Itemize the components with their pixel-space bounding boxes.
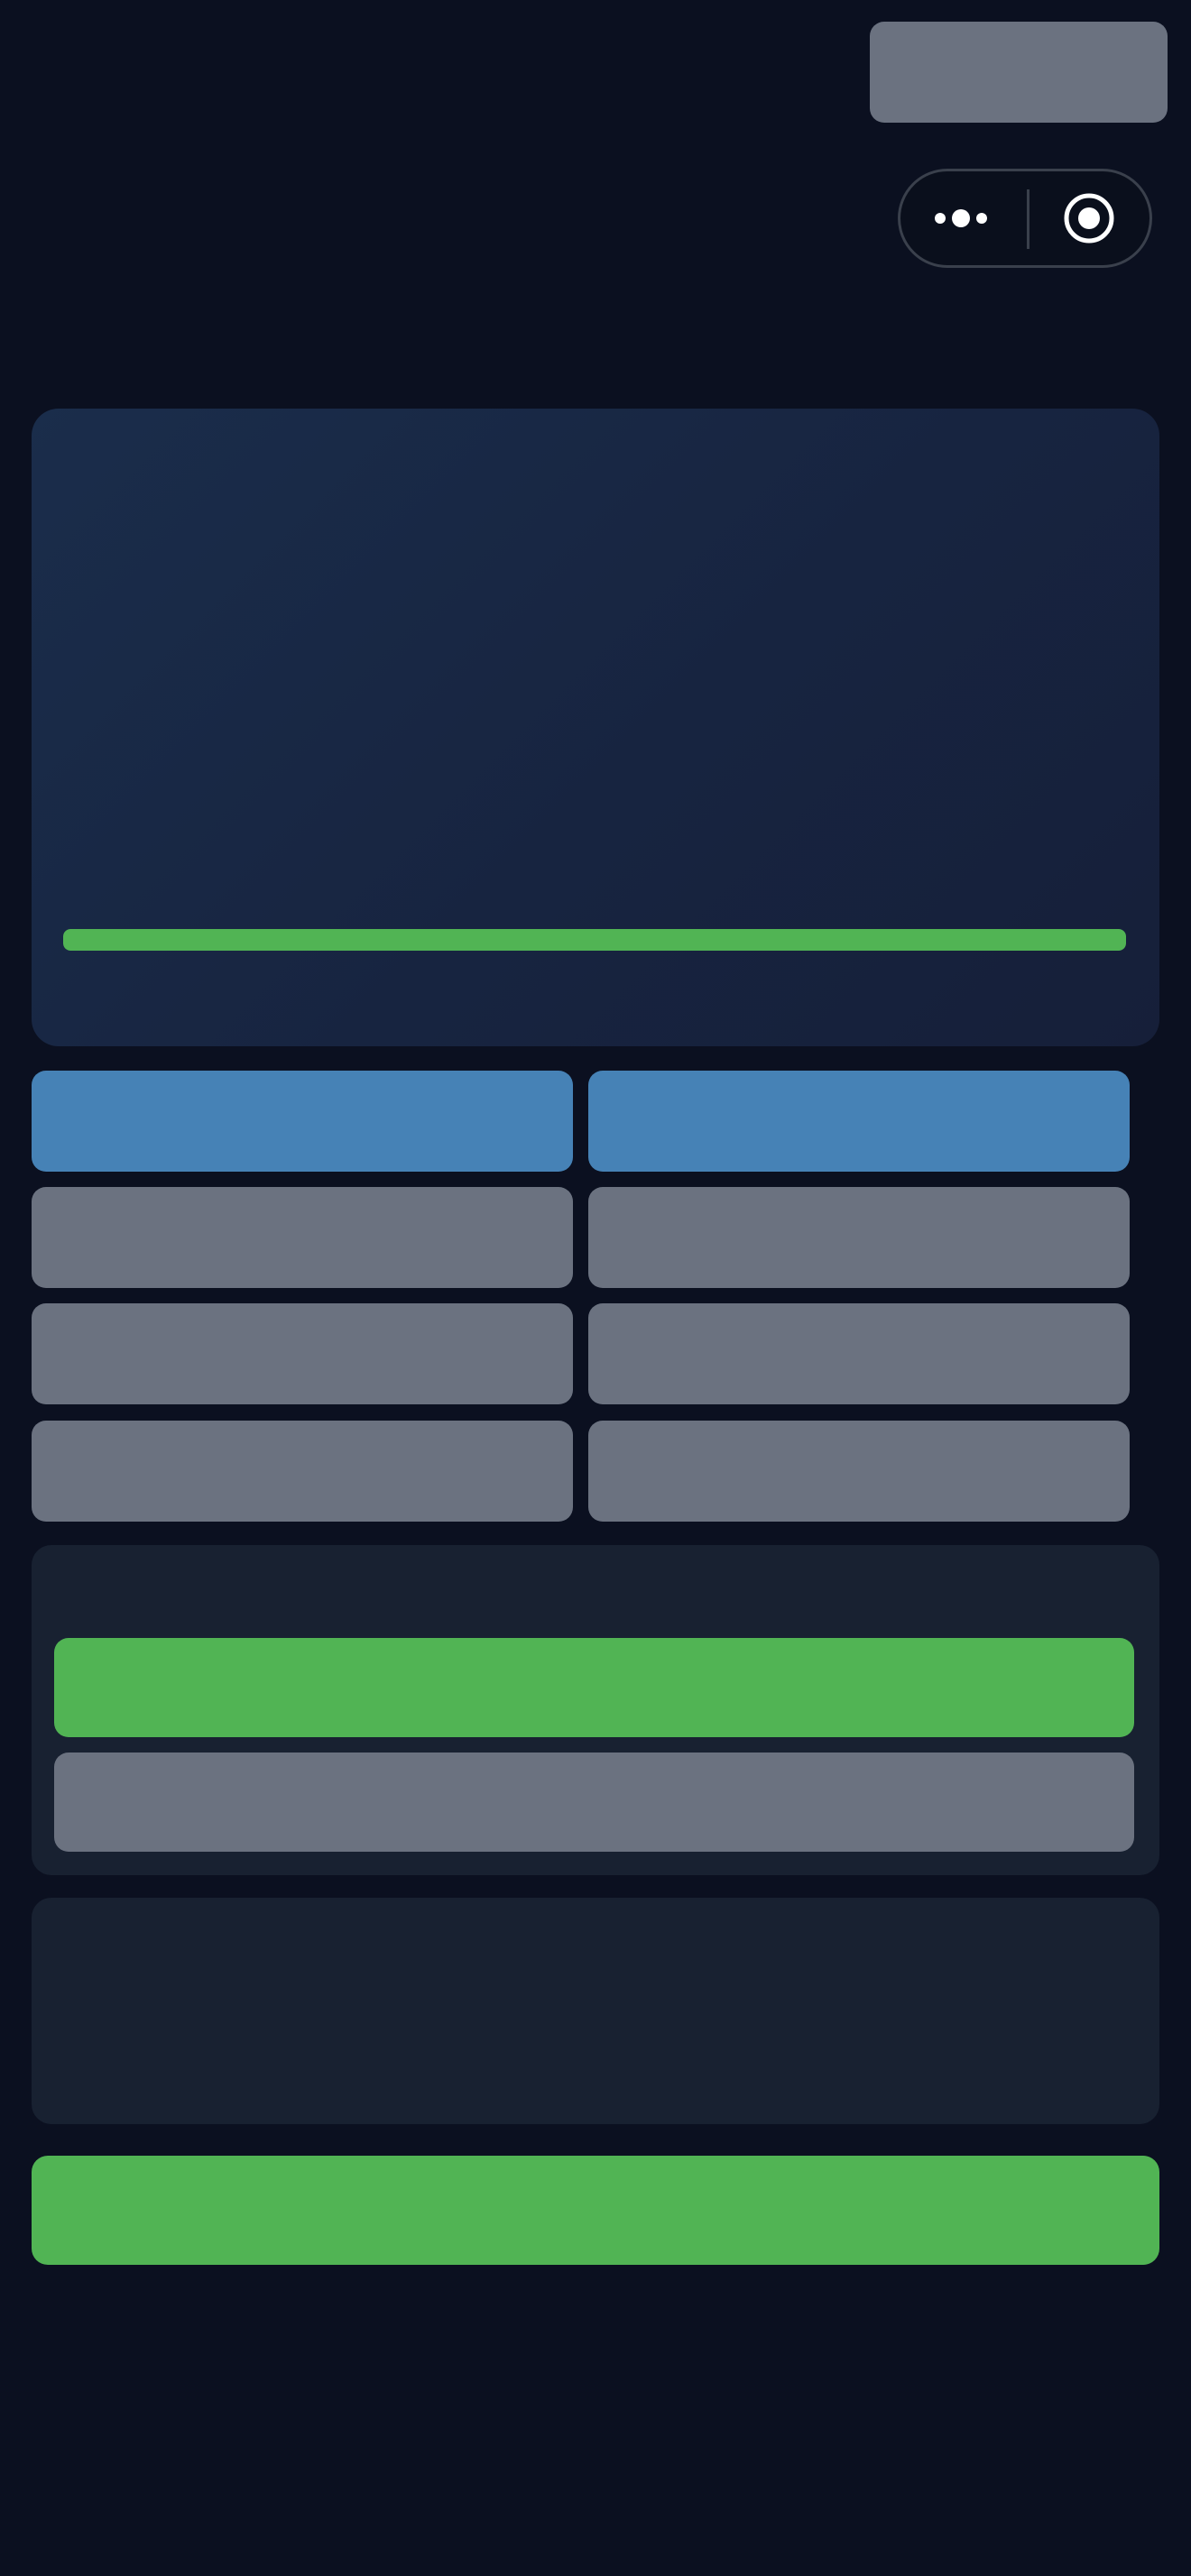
action-panel (32, 1545, 1159, 1875)
option-button[interactable] (588, 1421, 1130, 1522)
option-button[interactable] (588, 1303, 1130, 1404)
option-button[interactable] (32, 1071, 573, 1172)
bottom-primary-button[interactable] (32, 2156, 1159, 2265)
option-button[interactable] (32, 1303, 573, 1404)
more-dots-icon (935, 209, 987, 227)
secondary-action-button[interactable] (54, 1753, 1134, 1852)
option-button[interactable] (588, 1071, 1130, 1172)
close-mini-program-button[interactable] (1029, 171, 1149, 265)
progress-fill (63, 929, 1126, 951)
option-button[interactable] (32, 1421, 573, 1522)
option-button[interactable] (32, 1187, 573, 1288)
more-menu-button[interactable] (900, 171, 1027, 265)
mini-program-capsule (898, 169, 1152, 268)
top-right-button[interactable] (870, 22, 1168, 123)
hero-card (32, 409, 1159, 1046)
option-button[interactable] (588, 1187, 1130, 1288)
info-panel (32, 1898, 1159, 2124)
record-target-icon (1064, 193, 1114, 244)
progress-bar (63, 929, 1126, 951)
primary-action-button[interactable] (54, 1638, 1134, 1737)
app-screen (0, 0, 1191, 2576)
